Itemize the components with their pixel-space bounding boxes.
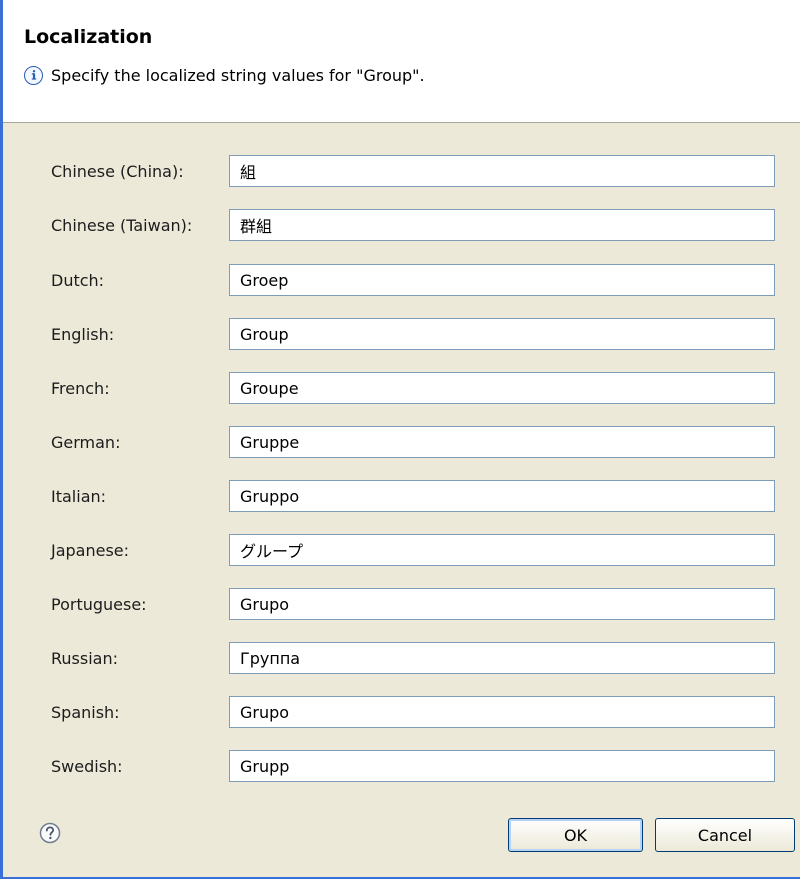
row-chinese-china: Chinese (China): (3, 152, 800, 190)
label-italian: Italian: (51, 486, 107, 506)
row-dutch: Dutch: (3, 261, 800, 299)
field-japanese[interactable] (229, 534, 775, 566)
field-french[interactable] (229, 372, 775, 404)
label-german: German: (51, 432, 121, 452)
field-chinese-taiwan[interactable] (229, 209, 775, 241)
label-dutch: Dutch: (51, 270, 105, 290)
label-japanese: Japanese: (51, 540, 130, 560)
field-italian[interactable] (229, 480, 775, 512)
info-icon (24, 65, 43, 85)
label-chinese-china: Chinese (China): (51, 161, 184, 181)
dialog-message: Specify the localized string values for … (24, 63, 425, 87)
field-swedish[interactable] (229, 750, 775, 782)
label-swedish: Swedish: (51, 756, 123, 776)
field-dutch[interactable] (229, 264, 775, 296)
label-portuguese: Portuguese: (51, 594, 147, 614)
label-russian: Russian: (51, 648, 118, 668)
field-portuguese[interactable] (229, 588, 775, 620)
field-german[interactable] (229, 426, 775, 458)
row-english: English: (3, 315, 800, 353)
row-japanese: Japanese: (3, 531, 800, 569)
ok-button[interactable]: OK (508, 818, 643, 852)
row-italian: Italian: (3, 477, 800, 515)
label-chinese-taiwan: Chinese (Taiwan): (51, 215, 193, 235)
help-icon[interactable] (39, 822, 61, 844)
row-chinese-taiwan: Chinese (Taiwan): (3, 206, 800, 244)
row-german: German: (3, 423, 800, 461)
row-spanish: Spanish: (3, 693, 800, 731)
label-spanish: Spanish: (51, 702, 120, 722)
localization-dialog: Localization Specify the localized strin… (0, 0, 800, 879)
dialog-banner: Localization Specify the localized strin… (3, 0, 800, 123)
field-russian[interactable] (229, 642, 775, 674)
field-english[interactable] (229, 318, 775, 350)
row-french: French: (3, 369, 800, 407)
cancel-button[interactable]: Cancel (655, 818, 795, 852)
row-portuguese: Portuguese: (3, 585, 800, 623)
row-russian: Russian: (3, 639, 800, 677)
dialog-title: Localization (24, 26, 153, 48)
dialog-footer: OK Cancel (3, 800, 800, 870)
row-swedish: Swedish: (3, 747, 800, 785)
dialog-message-text: Specify the localized string values for … (51, 65, 425, 85)
field-spanish[interactable] (229, 696, 775, 728)
label-english: English: (51, 324, 115, 344)
field-chinese-china[interactable] (229, 155, 775, 187)
label-french: French: (51, 378, 110, 398)
